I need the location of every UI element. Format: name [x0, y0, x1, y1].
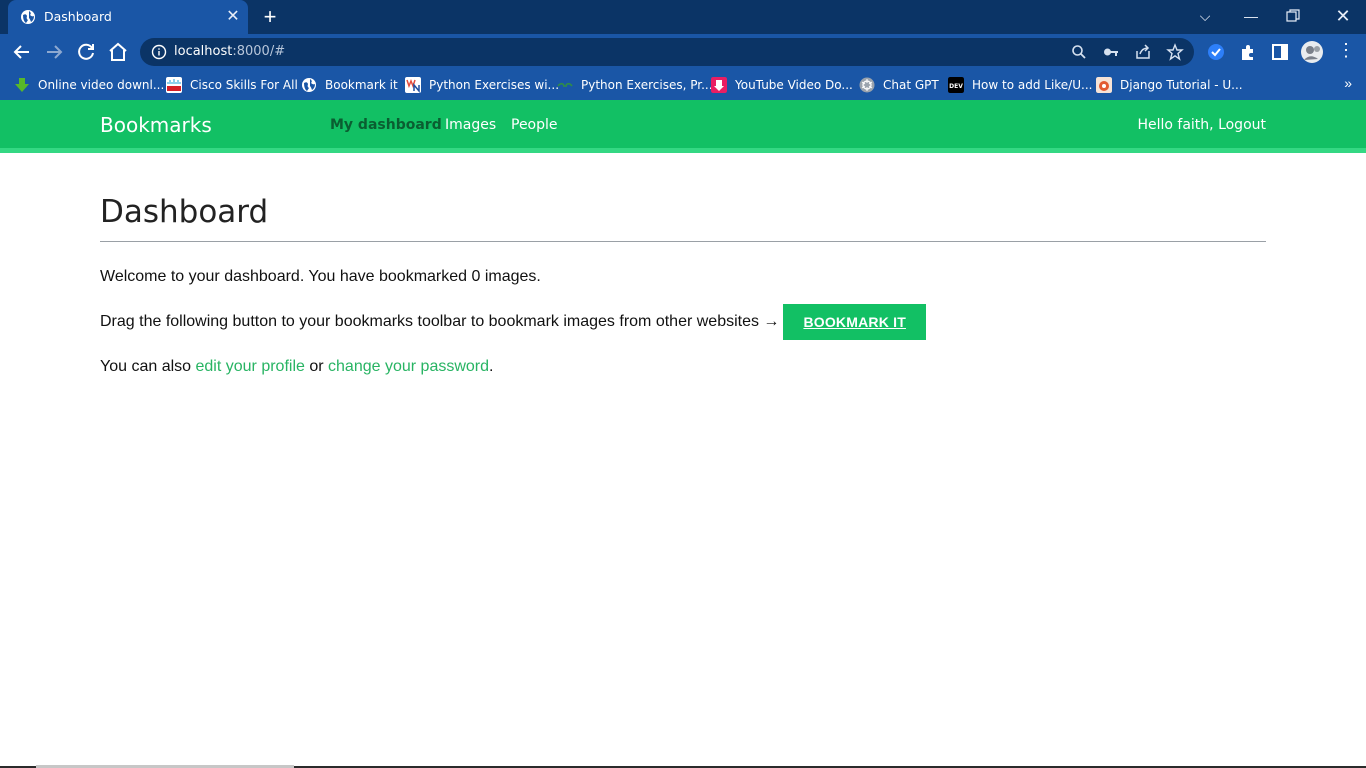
- download-arrow-icon: [15, 78, 29, 92]
- globe-icon: [21, 10, 35, 24]
- bookmark-it-button[interactable]: BOOKMARK IT: [783, 304, 926, 340]
- title-divider: [100, 241, 1266, 242]
- bookmark-item[interactable]: Online video downl...: [14, 76, 164, 94]
- key-icon[interactable]: [1102, 43, 1120, 61]
- back-icon[interactable]: [10, 40, 34, 64]
- share-icon[interactable]: [1134, 43, 1152, 61]
- svg-text:DEV: DEV: [949, 83, 963, 90]
- new-tab-button[interactable]: +: [258, 6, 282, 28]
- edit-profile-link[interactable]: edit your profile: [196, 358, 305, 375]
- close-tab-icon[interactable]: ✕: [224, 8, 242, 26]
- globe-icon: [302, 78, 316, 92]
- bookmark-item[interactable]: DEV How to add Like/U...: [948, 76, 1092, 94]
- menu-my-dashboard[interactable]: My dashboard: [330, 117, 442, 133]
- change-password-link[interactable]: change your password: [328, 358, 489, 375]
- logout-link[interactable]: Logout: [1218, 117, 1266, 133]
- address-bar[interactable]: localhost:8000/#: [140, 38, 1194, 66]
- reload-icon[interactable]: [74, 40, 98, 64]
- extension-shield-icon[interactable]: [1206, 42, 1226, 62]
- user-greeting: Hello faith, Logout: [1137, 117, 1266, 133]
- or-text: or: [309, 358, 324, 375]
- minimize-button[interactable]: —: [1239, 5, 1263, 27]
- forward-icon[interactable]: [42, 40, 66, 64]
- site-logo[interactable]: Bookmarks: [100, 113, 212, 137]
- close-window-button[interactable]: ✕: [1331, 5, 1355, 27]
- header-stripe: [0, 148, 1366, 153]
- cisco-icon: [166, 77, 182, 93]
- greeting-text: Hello faith,: [1137, 117, 1214, 133]
- gfg-icon: [557, 82, 573, 87]
- home-icon[interactable]: [106, 40, 130, 64]
- udemy-icon: [1096, 77, 1112, 93]
- browser-tab-dashboard[interactable]: Dashboard ✕: [8, 0, 248, 34]
- bookmark-item[interactable]: Chat GPT: [859, 76, 939, 94]
- more-menu-icon[interactable]: ⋮: [1336, 40, 1356, 60]
- bookmarklet-instructions: Drag the following button to your bookma…: [100, 304, 926, 340]
- tab-title: Dashboard: [44, 9, 112, 24]
- site-info-icon[interactable]: [151, 44, 167, 60]
- profile-links: You can also edit your profile or change…: [100, 358, 493, 376]
- drag-instruction-text: Drag the following button to your bookma…: [100, 313, 780, 330]
- restore-button[interactable]: [1286, 9, 1300, 23]
- profile-avatar[interactable]: [1300, 40, 1324, 64]
- bookmark-item[interactable]: Python Exercises, Pr...: [557, 76, 713, 94]
- bookmark-item[interactable]: YouTube Video Do...: [711, 76, 853, 94]
- bookmark-item[interactable]: Django Tutorial - U...: [1096, 76, 1243, 94]
- more-bookmarks-icon[interactable]: »: [1344, 75, 1352, 91]
- bookmarks-bar: Online video downl... Cisco Skills For A…: [0, 69, 1366, 100]
- search-icon[interactable]: [1070, 43, 1088, 61]
- period-text: .: [489, 358, 494, 375]
- also-text: You can also: [100, 358, 192, 375]
- url-text[interactable]: localhost:8000/#: [174, 44, 285, 59]
- page-content: Dashboard Welcome to your dashboard. You…: [100, 192, 1266, 375]
- star-icon[interactable]: [1166, 43, 1184, 61]
- menu-images[interactable]: Images: [445, 117, 496, 133]
- wn-logo-icon: [405, 77, 421, 93]
- bookmark-item[interactable]: Bookmark it: [301, 76, 398, 94]
- page-title: Dashboard: [100, 194, 269, 230]
- welcome-message: Welcome to your dashboard. You have book…: [100, 268, 541, 285]
- dev-logo-icon: DEV: [948, 77, 964, 93]
- side-panel-icon[interactable]: [1270, 42, 1290, 62]
- video-download-icon: [711, 77, 727, 93]
- chatgpt-icon: [859, 77, 875, 93]
- bookmark-item[interactable]: Python Exercises wi...: [405, 76, 559, 94]
- menu-people[interactable]: People: [511, 117, 558, 133]
- tab-search-icon[interactable]: ⌵: [1193, 5, 1217, 27]
- puzzle-extensions-icon[interactable]: [1238, 42, 1258, 62]
- browser-toolbar: localhost:8000/# ⋮: [0, 34, 1366, 69]
- bookmark-item[interactable]: Cisco Skills For All: [166, 76, 298, 94]
- tab-bar: Dashboard ✕ + ⌵ — ✕: [0, 0, 1366, 34]
